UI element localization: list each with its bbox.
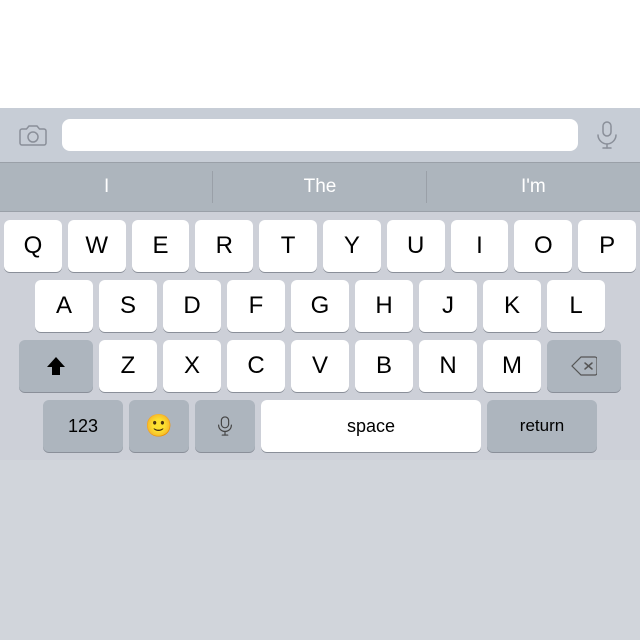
key-x[interactable]: X (163, 340, 221, 392)
suggestions-bar: I The I'm (0, 162, 640, 212)
key-o[interactable]: O (514, 220, 572, 272)
key-d[interactable]: D (163, 280, 221, 332)
text-input[interactable] (62, 119, 578, 151)
key-l[interactable]: L (547, 280, 605, 332)
delete-key[interactable] (547, 340, 621, 392)
key-y[interactable]: Y (323, 220, 381, 272)
return-key[interactable]: return (487, 400, 597, 452)
key-s[interactable]: S (99, 280, 157, 332)
key-u[interactable]: U (387, 220, 445, 272)
camera-icon[interactable] (14, 116, 52, 154)
input-bar (0, 108, 640, 162)
microphone-icon[interactable] (588, 116, 626, 154)
key-c[interactable]: C (227, 340, 285, 392)
key-f[interactable]: F (227, 280, 285, 332)
top-content-area (0, 0, 640, 108)
key-e[interactable]: E (132, 220, 190, 272)
key-j[interactable]: J (419, 280, 477, 332)
key-q[interactable]: Q (4, 220, 62, 272)
key-a[interactable]: A (35, 280, 93, 332)
key-v[interactable]: V (291, 340, 349, 392)
shift-key[interactable] (19, 340, 93, 392)
key-h[interactable]: H (355, 280, 413, 332)
key-i[interactable]: I (451, 220, 509, 272)
key-w[interactable]: W (68, 220, 126, 272)
key-t[interactable]: T (259, 220, 317, 272)
key-p[interactable]: P (578, 220, 636, 272)
key-r[interactable]: R (195, 220, 253, 272)
key-z[interactable]: Z (99, 340, 157, 392)
key-g[interactable]: G (291, 280, 349, 332)
key-m[interactable]: M (483, 340, 541, 392)
key-b[interactable]: B (355, 340, 413, 392)
keyboard: Q W E R T Y U I O P A S D F G H J K L Z … (0, 212, 640, 460)
key-row-1: Q W E R T Y U I O P (4, 220, 636, 272)
key-row-2: A S D F G H J K L (4, 280, 636, 332)
space-key[interactable]: space (261, 400, 481, 452)
key-row-3: Z X C V B N M (4, 340, 636, 392)
suggestion-im[interactable]: I'm (427, 163, 640, 211)
numbers-key[interactable]: 123 (43, 400, 123, 452)
key-n[interactable]: N (419, 340, 477, 392)
key-row-4: 123 🙂 space return (4, 400, 636, 452)
keyboard-mic-key[interactable] (195, 400, 255, 452)
emoji-key[interactable]: 🙂 (129, 400, 189, 452)
suggestion-i[interactable]: I (0, 163, 213, 211)
key-k[interactable]: K (483, 280, 541, 332)
suggestion-the[interactable]: The (213, 163, 426, 211)
